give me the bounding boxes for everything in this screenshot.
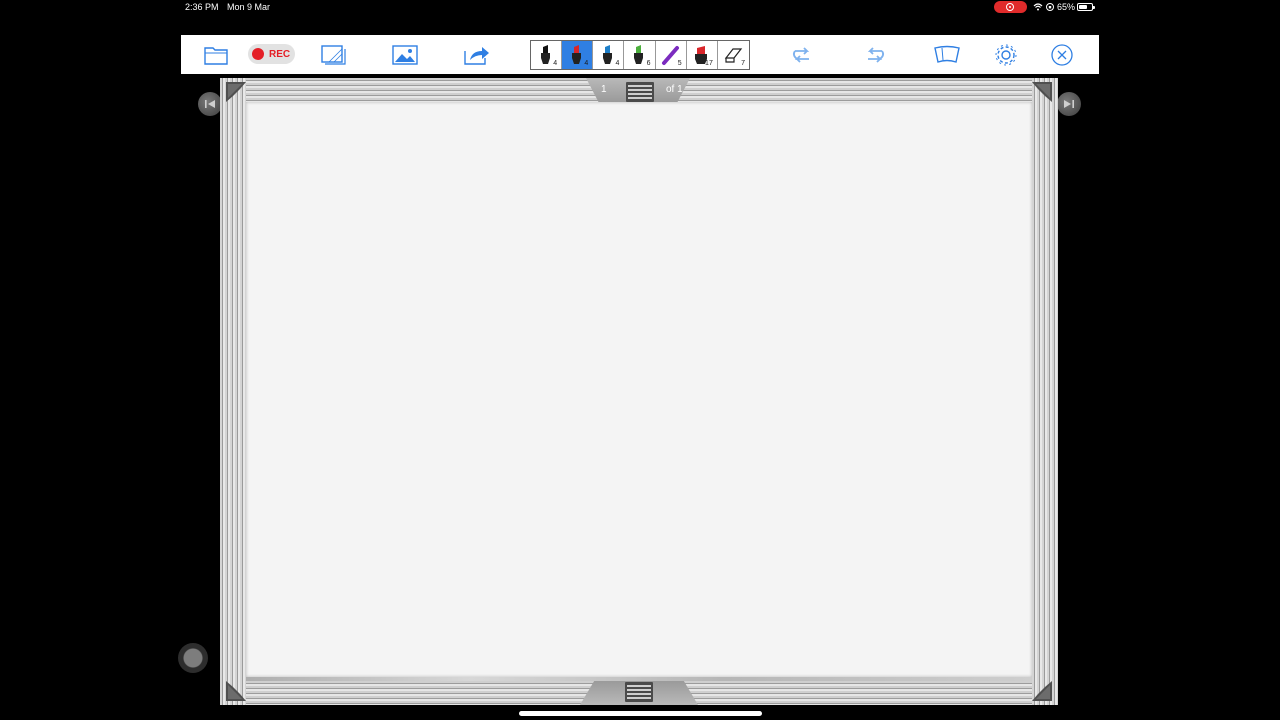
frame-corner-icon	[1024, 80, 1054, 110]
settings-button[interactable]	[993, 41, 1019, 69]
toolbar: REC 4 4 4 6 5 17 7	[181, 35, 1099, 74]
frame-left-rail	[220, 78, 246, 705]
pen-size-label: 4	[553, 60, 558, 67]
pen-size-label: 7	[741, 60, 745, 67]
pen-size-label: 6	[646, 60, 651, 67]
previous-page-button[interactable]	[198, 92, 222, 116]
previous-page-icon	[205, 100, 215, 108]
close-button[interactable]	[1049, 41, 1075, 69]
page-current: 1	[601, 84, 607, 95]
page-total: of 1	[666, 84, 683, 95]
pen-red-highlighter[interactable]: 17	[686, 41, 718, 69]
undo-button[interactable]	[862, 41, 888, 69]
status-bar: 2:36 PM Mon 9 Mar 65%	[0, 0, 1280, 14]
frame-right-rail	[1032, 78, 1058, 705]
share-button[interactable]	[462, 41, 492, 69]
frame-corner-icon	[1024, 673, 1054, 703]
background-button[interactable]	[319, 41, 347, 69]
undo-icon	[867, 47, 885, 63]
open-folder-button[interactable]	[203, 41, 229, 69]
status-time: 2:36 PM	[185, 2, 219, 12]
pen-size-label: 4	[615, 60, 620, 67]
record-button[interactable]: REC	[248, 44, 295, 64]
drawing-canvas[interactable]	[246, 102, 1032, 677]
orientation-lock-icon	[1046, 3, 1054, 11]
page-list-icon[interactable]	[626, 82, 654, 102]
close-icon	[1051, 44, 1073, 66]
background-pattern-icon	[321, 45, 346, 65]
record-dot-icon	[252, 48, 264, 60]
clear-page-button[interactable]	[932, 41, 962, 69]
battery-percentage: 65%	[1057, 2, 1076, 12]
page-curl-icon	[934, 45, 960, 63]
assistive-touch-button[interactable]	[178, 643, 208, 673]
pen-purple-pen[interactable]: 5	[655, 41, 687, 69]
whiteboard-frame: 1 of 1	[220, 78, 1058, 705]
folder-icon	[204, 47, 228, 65]
pen-blue-marker[interactable]: 4	[593, 41, 625, 69]
pen-red-marker[interactable]: 4	[562, 41, 594, 69]
next-page-button[interactable]	[1057, 92, 1081, 116]
next-page-icon	[1064, 100, 1074, 108]
pen-size-label: 17	[705, 60, 713, 67]
screen-recording-indicator-icon[interactable]	[994, 1, 1027, 13]
status-date: Mon 9 Mar	[227, 2, 271, 12]
pen-size-label: 4	[584, 60, 589, 67]
pen-eraser[interactable]: 7	[717, 41, 749, 69]
share-icon	[464, 47, 489, 65]
record-label: REC	[269, 48, 291, 60]
battery-icon	[1077, 3, 1095, 11]
home-indicator[interactable]	[519, 711, 762, 716]
pen-green-marker[interactable]: 6	[624, 41, 656, 69]
redo-button[interactable]	[789, 41, 815, 69]
pen-black-marker[interactable]: 4	[531, 41, 563, 69]
frame-corner-icon	[224, 80, 254, 110]
eraser-icon	[724, 48, 743, 63]
gear-icon	[995, 44, 1017, 66]
menu-handle-icon[interactable]	[625, 682, 653, 702]
frame-corner-icon	[224, 673, 254, 703]
redo-icon	[792, 47, 810, 63]
pen-size-label: 5	[677, 60, 682, 67]
insert-image-button[interactable]	[391, 41, 419, 69]
wifi-icon	[1033, 3, 1043, 11]
image-icon	[392, 45, 418, 65]
pen-palette: 4 4 4 6 5 17 7	[530, 40, 750, 70]
